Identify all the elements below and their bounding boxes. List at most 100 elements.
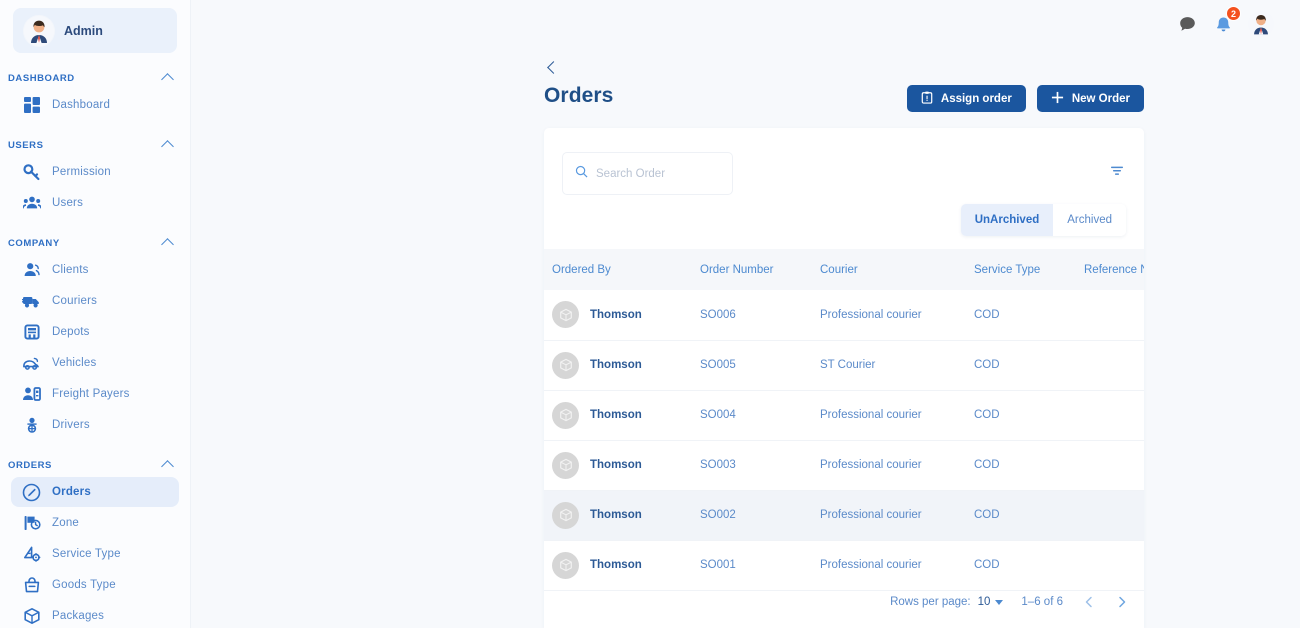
sidebar-item-orders[interactable]: Orders xyxy=(11,477,179,507)
sidebar-item-depots[interactable]: Depots xyxy=(11,317,179,347)
sidebar-section-title: COMPANY xyxy=(8,237,60,249)
table-row[interactable]: Thomson SO002 Professional courier COD xyxy=(544,490,1144,540)
sidebar-section-users[interactable]: USERS xyxy=(0,134,190,156)
package-box-icon xyxy=(552,451,579,479)
rows-per-page-label: Rows per page: xyxy=(890,596,971,608)
package-box-icon xyxy=(22,607,41,626)
cell-courier: Professional courier xyxy=(820,308,922,321)
cell-reference-number xyxy=(1076,390,1144,440)
sidebar-item-goods-type[interactable]: Goods Type xyxy=(11,570,179,600)
sidebar-item-clients[interactable]: Clients xyxy=(11,255,179,285)
cell-reference-number xyxy=(1076,490,1144,540)
sidebar-item-label: Vehicles xyxy=(52,357,97,369)
sidebar-item-packages[interactable]: Packages xyxy=(11,601,179,628)
sidebar-item-permission[interactable]: Permission xyxy=(11,157,179,187)
chevron-up-icon[interactable] xyxy=(161,140,174,153)
column-service-type: Service Type xyxy=(974,263,1041,276)
column-ordered-by: Ordered By xyxy=(552,263,611,276)
table-row[interactable]: Thomson SO006 Professional courier COD xyxy=(544,290,1144,340)
sidebar-item-dashboard[interactable]: Dashboard xyxy=(11,90,179,120)
chat-bubble-icon[interactable] xyxy=(1176,13,1198,35)
avatar[interactable] xyxy=(1248,11,1274,37)
archive-filter-tabs: UnArchived Archived xyxy=(960,204,1126,236)
search-input[interactable] xyxy=(596,167,750,180)
sidebar-section-title: ORDERS xyxy=(8,459,52,471)
cell-order-number: SO001 xyxy=(700,559,736,571)
ordered-by-name: Thomson xyxy=(590,459,642,471)
clipboard-icon xyxy=(921,91,933,107)
notification-badge: 2 xyxy=(1226,6,1241,21)
plus-icon xyxy=(1051,91,1064,107)
main-content: 2 Orders Assign order New Order Search O… xyxy=(191,0,1300,628)
back-button[interactable] xyxy=(544,58,562,76)
sidebar-item-service-type[interactable]: Service Type xyxy=(11,539,179,569)
sidebar-item-label: Zone xyxy=(52,517,80,529)
table-row[interactable]: Thomson SO003 Professional courier COD xyxy=(544,440,1144,490)
column-order-number: Order Number xyxy=(700,263,774,276)
sidebar-item-label: Depots xyxy=(52,326,90,338)
cell-reference-number xyxy=(1076,340,1144,390)
pagination-next-button[interactable] xyxy=(1114,594,1130,610)
ordered-by-name: Thomson xyxy=(590,308,642,321)
client-person-icon xyxy=(22,261,41,280)
assign-order-button[interactable]: Assign order xyxy=(906,85,1026,112)
sidebar-item-freight-payers[interactable]: Freight Payers xyxy=(11,379,179,409)
sidebar-item-label: Permission xyxy=(52,166,111,178)
tab-archived[interactable]: Archived xyxy=(1053,204,1126,236)
tab-unarchived[interactable]: UnArchived xyxy=(960,204,1054,236)
search-box[interactable] xyxy=(562,152,750,195)
chevron-up-icon[interactable] xyxy=(161,73,174,86)
sidebar-item-label: Couriers xyxy=(52,295,98,307)
package-box-icon xyxy=(552,401,579,429)
cell-order-number: SO002 xyxy=(700,509,736,521)
pagination-range: 1–6 of 6 xyxy=(1021,596,1063,608)
table-header: Ordered By Order Number Courier Service … xyxy=(544,249,1144,290)
bell-icon[interactable]: 2 xyxy=(1212,6,1241,35)
new-order-button[interactable]: New Order xyxy=(1036,85,1144,112)
depot-building-icon xyxy=(22,323,41,342)
chevron-up-icon[interactable] xyxy=(161,460,174,473)
pagination-prev-button[interactable] xyxy=(1081,594,1097,610)
sidebar-section-dashboard[interactable]: DASHBOARD xyxy=(0,67,190,89)
sidebar-item-label: Goods Type xyxy=(52,579,116,591)
avatar xyxy=(23,14,55,47)
cell-order-number: SO003 xyxy=(700,459,736,471)
package-box-icon xyxy=(552,551,579,579)
sidebar-section-orders[interactable]: ORDERS xyxy=(0,454,190,476)
rows-per-page: Rows per page: 10 xyxy=(890,596,1004,608)
filter-icon[interactable] xyxy=(1108,162,1126,180)
cell-courier: Professional courier xyxy=(820,459,922,471)
zone-flag-icon xyxy=(22,514,41,533)
sidebar-item-vehicles[interactable]: Vehicles xyxy=(11,348,179,378)
package-box-icon xyxy=(552,301,579,329)
sidebar-item-drivers[interactable]: Drivers xyxy=(11,410,179,440)
order-pencil-circle-icon xyxy=(22,483,41,502)
sidebar: Admin DASHBOARD Dashboard USERS Permission U… xyxy=(0,0,191,628)
cell-ordered-by: Thomson xyxy=(544,540,692,590)
chevron-up-icon[interactable] xyxy=(161,238,174,251)
cell-service-type: COD xyxy=(974,459,1000,471)
sidebar-section-company[interactable]: COMPANY xyxy=(0,232,190,254)
topbar: 2 xyxy=(1176,0,1300,48)
goods-bag-icon xyxy=(22,576,41,595)
dashboard-grid-icon xyxy=(22,96,41,115)
sidebar-item-label: Freight Payers xyxy=(52,388,130,400)
orders-table: Ordered By Order Number Courier Service … xyxy=(544,249,1144,591)
cell-courier: Professional courier xyxy=(820,509,922,521)
table-row[interactable]: Thomson SO005 ST Courier COD xyxy=(544,340,1144,390)
table-row[interactable]: Thomson SO004 Professional courier COD xyxy=(544,390,1144,440)
card-toolbar: UnArchived Archived xyxy=(544,128,1144,249)
cell-service-type: COD xyxy=(974,308,1000,321)
table-body: Thomson SO006 Professional courier COD T… xyxy=(544,290,1144,590)
cell-order-number: SO005 xyxy=(700,359,736,371)
cell-reference-number xyxy=(1076,290,1144,340)
profile-card[interactable]: Admin xyxy=(13,8,177,53)
driver-icon xyxy=(22,416,41,435)
cell-service-type: COD xyxy=(974,359,1000,371)
sidebar-item-users[interactable]: Users xyxy=(11,188,179,218)
sidebar-item-couriers[interactable]: Couriers xyxy=(11,286,179,316)
sidebar-item-zone[interactable]: Zone xyxy=(11,508,179,538)
package-box-icon xyxy=(552,501,579,529)
search-icon xyxy=(575,165,588,183)
rows-per-page-select[interactable]: 10 xyxy=(978,596,1004,608)
